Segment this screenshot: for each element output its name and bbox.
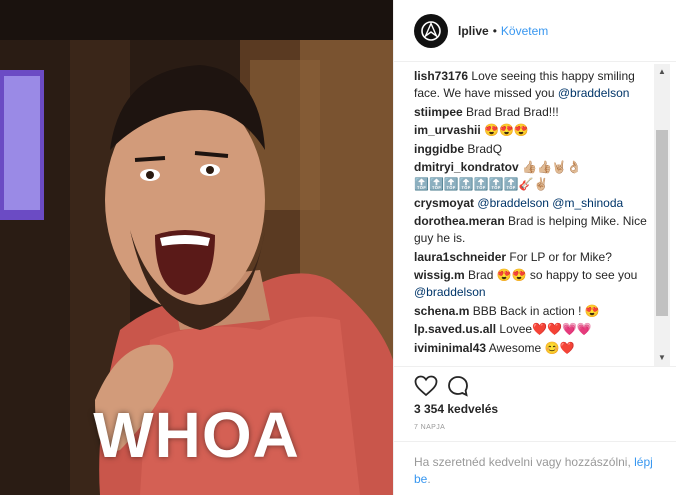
comment-username[interactable]: inggidbe [414,142,464,156]
comment-username[interactable]: crysmoyat [414,196,474,210]
scrollbar-thumb[interactable] [656,130,668,316]
comment-text: BBB Back in action ! 😍 [472,303,600,318]
scroll-up-arrow-icon[interactable]: ▲ [654,64,670,80]
scroll-down-arrow-icon[interactable]: ▼ [654,350,670,366]
comment-text: 😍😍😍 [484,123,529,137]
comment-text: BradQ [467,141,503,156]
comment-item: stiimpee Brad Brad Brad!!! [414,104,654,121]
comment-username[interactable]: dorothea.meran [414,214,505,228]
comment-mention[interactable]: @braddelson [414,285,486,299]
comment-username[interactable]: dmitryi_kondratov [414,160,519,174]
comment-text: Awesome 😊❤️ [488,340,575,355]
like-count[interactable]: 3 354 kedvelés [414,402,498,416]
comment-username[interactable]: schena.m [414,304,469,318]
comment-username[interactable]: lp.saved.us.all [414,322,496,336]
comment-username[interactable]: iviminimal43 [414,341,486,355]
comment-item: laura1schneider For LP or for Mike? [414,249,654,266]
comment-text: For LP or for Mike? [509,249,612,264]
comment-item: inggidbe BradQ [414,141,654,158]
heart-icon[interactable] [414,375,438,400]
comment-username[interactable]: stiimpee [414,105,463,119]
post-media[interactable]: WHOA [0,0,393,495]
login-prompt-suffix: . [427,472,431,486]
avatar[interactable] [414,13,448,48]
separator-dot: • [492,23,497,38]
instagram-post: WHOA lplive • Követem lish73176 Love see… [0,0,676,495]
comment-list[interactable]: lish73176 Love seeing this happy smiling… [414,68,654,366]
post-sidebar: lplive • Követem lish73176 Love seeing t… [393,0,676,495]
comment-username[interactable]: wissig.m [414,268,465,282]
comment-username[interactable]: im_urvashii [414,123,481,137]
comment-mention[interactable]: @braddelson [477,196,549,210]
comment-mention[interactable]: @braddelson [558,86,630,100]
media-caption: WHOA [93,399,300,471]
comment-icon[interactable] [447,375,469,400]
comment-item: lish73176 Love seeing this happy smiling… [414,68,654,102]
comment-username[interactable]: lish73176 [414,69,468,83]
comment-item: im_urvashii 😍😍😍 [414,122,654,139]
comment-username[interactable]: laura1schneider [414,250,506,264]
comment-text: Brad 😍😍 so happy to see you [468,268,638,282]
post-header: lplive • Követem [394,0,676,62]
post-actions [394,366,676,400]
login-prompt-text: Ha szeretnéd kedvelni vagy hozzászólni, [414,455,635,469]
comment-item: lp.saved.us.all Lovee❤️❤️💗💗 [414,321,654,338]
comment-scrollbar[interactable]: ▲ ▼ [654,64,670,366]
comment-item: dorothea.meran Brad is helping Mike. Nic… [414,213,654,247]
comment-mention[interactable]: @m_shinoda [549,196,623,210]
comment-text: Lovee❤️❤️💗💗 [499,322,592,336]
post-date[interactable]: 7 NAPJA [414,424,445,431]
comment-item: schena.m BBB Back in action ! 😍 [414,303,654,320]
comment-item: wissig.m Brad 😍😍 so happy to see you @br… [414,267,654,301]
comment-item: iviminimal43 Awesome 😊❤️ [414,340,654,357]
comment-text: Brad Brad Brad!!! [466,104,559,119]
login-prompt: Ha szeretnéd kedvelni vagy hozzászólni, … [394,441,676,495]
comment-item: crysmoyat @braddelson @m_shinoda [414,195,654,212]
comment-item: dmitryi_kondratov 👍🏼👍🏼🤘🏼👌🏼🔝🔝🔝🔝🔝🔝🔝🎸✌🏼 [414,159,654,193]
follow-button[interactable]: Követem [501,24,548,38]
header-username[interactable]: lplive [458,24,489,38]
linkin-park-logo-icon [421,20,441,41]
